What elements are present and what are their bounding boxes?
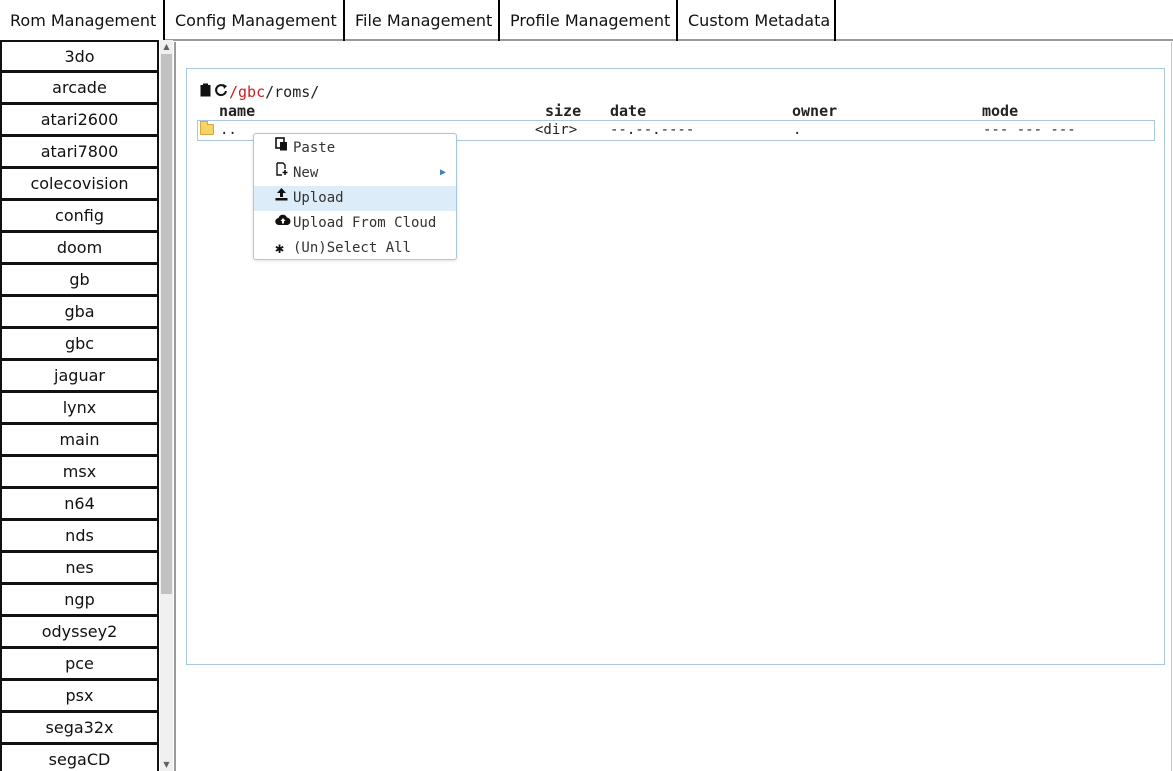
asterisk-icon: ✱ [275,239,285,257]
sidebar-item-gbc[interactable]: gbc [0,328,159,360]
sidebar-item-arcade[interactable]: arcade [0,72,159,104]
sidebar-item-atari2600[interactable]: atari2600 [0,104,159,136]
sidebar-item-colecovision[interactable]: colecovision [0,168,159,200]
tab-rom-management[interactable]: Rom Management [0,0,163,41]
sidebar: 3do arcade atari2600 atari7800 colecovis… [0,40,174,771]
tab-profile-management[interactable]: Profile Management [498,0,676,41]
sidebar-item-jaguar[interactable]: jaguar [0,360,159,392]
path-slash: / [229,83,239,101]
sidebar-item-gba[interactable]: gba [0,296,159,328]
menu-item-paste[interactable]: Paste [254,136,456,161]
context-menu: Paste New ▶ Upload Upload From Cloud ✱ (… [253,133,457,260]
column-header-mode[interactable]: mode [982,102,1018,120]
refresh-icon[interactable] [213,83,229,101]
menu-item-new[interactable]: New ▶ [254,161,456,186]
sidebar-item-n64[interactable]: n64 [0,488,159,520]
menu-item-upload-from-cloud[interactable]: Upload From Cloud [254,211,456,236]
file-size: <dir> [535,122,578,138]
menu-label: New [293,165,319,181]
tab-bar: Rom Management Config Management File Ma… [0,0,1173,41]
sidebar-item-psx[interactable]: psx [0,680,159,712]
submenu-arrow-icon: ▶ [439,167,446,178]
sidebar-item-odyssey2[interactable]: odyssey2 [0,616,159,648]
sidebar-item-doom[interactable]: doom [0,232,159,264]
sidebar-item-config[interactable]: config [0,200,159,232]
file-name: .. [220,122,237,138]
menu-item-unselect-all[interactable]: ✱ (Un)Select All [254,236,456,261]
sidebar-item-main[interactable]: main [0,424,159,456]
menu-label: Paste [293,140,336,156]
clipboard-icon[interactable] [197,83,213,101]
path-slash: / [310,83,320,101]
upload-icon [275,186,291,210]
menu-label: Upload [293,190,344,206]
cloud-upload-icon [275,211,291,235]
sidebar-item-lynx[interactable]: lynx [0,392,159,424]
sidebar-item-pce[interactable]: pce [0,648,159,680]
column-header-owner[interactable]: owner [792,102,837,120]
column-header-name[interactable]: name [219,102,255,120]
file-mode: --- --- --- [983,122,1076,138]
path-toolbar: / gbc / roms / [197,82,319,102]
file-date: --.--.---- [610,122,695,138]
sidebar-item-ngp[interactable]: ngp [0,584,159,616]
path-segment-roms[interactable]: roms [274,83,310,101]
sidebar-item-msx[interactable]: msx [0,456,159,488]
tab-config-management[interactable]: Config Management [163,0,343,41]
sidebar-item-nes[interactable]: nes [0,552,159,584]
tab-custom-metadata[interactable]: Custom Metadata [676,0,836,41]
table-header: name size date owner mode [197,102,1157,120]
sidebar-item-gb[interactable]: gb [0,264,159,296]
column-header-date[interactable]: date [610,102,646,120]
tab-file-management[interactable]: File Management [343,0,498,41]
menu-label: (Un)Select All [293,240,412,256]
new-file-icon [275,161,291,185]
sidebar-item-segacd[interactable]: segaCD [0,744,159,771]
scroll-down-arrow-icon[interactable]: ▼ [160,758,173,771]
sidebar-list: 3do arcade atari2600 atari7800 colecovis… [0,40,159,771]
scroll-up-arrow-icon[interactable]: ▲ [160,40,173,53]
sidebar-item-nds[interactable]: nds [0,520,159,552]
column-header-size[interactable]: size [545,102,581,120]
sidebar-item-sega32x[interactable]: sega32x [0,712,159,744]
sidebar-item-atari7800[interactable]: atari7800 [0,136,159,168]
paste-icon [275,136,291,160]
path-segment-gbc[interactable]: gbc [238,83,265,101]
menu-item-upload[interactable]: Upload [254,186,456,211]
menu-label: Upload From Cloud [293,215,437,231]
scrollbar-thumb[interactable] [161,54,172,594]
sidebar-item-3do[interactable]: 3do [0,40,159,72]
folder-icon [200,121,214,135]
file-owner: . [793,122,802,138]
path-slash: / [265,83,275,101]
sidebar-scrollbar[interactable]: ▲ ▼ [160,40,173,771]
